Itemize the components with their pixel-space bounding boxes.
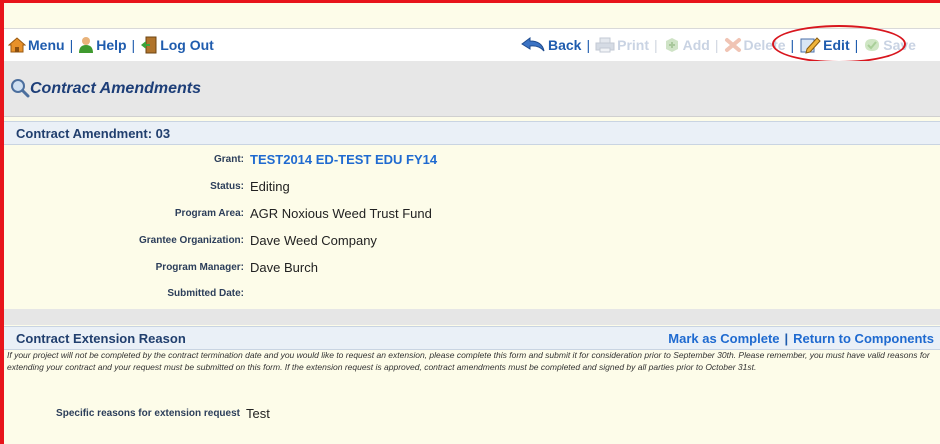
- top-strip: [4, 3, 940, 28]
- grant-label: Grant:: [214, 154, 244, 165]
- field-row-program-manager: Program Manager: Dave Burch: [4, 259, 940, 279]
- help-button[interactable]: Help: [78, 36, 127, 54]
- program-manager-value: Dave Burch: [250, 260, 318, 275]
- edit-button[interactable]: Edit: [799, 36, 850, 54]
- field-row-grant: Grant: TEST2014 ED-TEST EDU FY14: [4, 151, 940, 171]
- field-row-status: Status: Editing: [4, 178, 940, 198]
- help-label: Help: [96, 37, 127, 53]
- delete-label: Delete: [743, 37, 786, 53]
- back-button[interactable]: Back: [520, 37, 581, 53]
- status-value: Editing: [250, 179, 290, 194]
- separator: |: [654, 37, 658, 53]
- grantee-label: Grantee Organization:: [138, 235, 244, 246]
- toolbar: Menu | Help | Log Out Back | Print | Add…: [4, 28, 940, 62]
- extension-heading: Contract Extension Reason: [16, 331, 186, 346]
- delete-icon: [724, 38, 741, 52]
- add-icon: [665, 38, 678, 52]
- extension-reason-label: Specific reasons for extension request: [56, 408, 240, 419]
- save-icon: [865, 39, 880, 51]
- add-button[interactable]: Add: [663, 37, 710, 53]
- submitted-date-label: Submitted Date:: [167, 288, 244, 299]
- edit-icon: [800, 37, 821, 54]
- status-label: Status:: [210, 181, 244, 192]
- menu-label: Menu: [28, 37, 65, 53]
- edit-label: Edit: [823, 37, 850, 53]
- extension-instructions: If your project will not be completed by…: [7, 350, 930, 372]
- amendment-heading: Contract Amendment: 03: [16, 126, 171, 141]
- printer-icon: [595, 37, 615, 53]
- amendment-section-header: Contract Amendment: 03: [4, 121, 940, 145]
- magnifier-icon: [11, 79, 30, 98]
- logout-door-icon: [141, 36, 157, 54]
- separator: |: [586, 37, 591, 53]
- field-row-submitted-date: Submitted Date:: [4, 285, 940, 305]
- grant-link[interactable]: TEST2014 ED-TEST EDU FY14: [250, 152, 437, 167]
- extension-section-header: Contract Extension Reason Mark as Comple…: [4, 326, 940, 350]
- save-label: Save: [883, 37, 916, 53]
- back-label: Back: [548, 37, 582, 53]
- menu-button[interactable]: Menu: [8, 37, 65, 53]
- back-arrow-icon: [521, 37, 545, 52]
- program-area-value: AGR Noxious Weed Trust Fund: [250, 206, 432, 221]
- toolbar-left: Menu | Help | Log Out: [8, 29, 214, 61]
- field-row-grantee: Grantee Organization: Dave Weed Company: [4, 232, 940, 252]
- delete-button[interactable]: Delete: [724, 37, 786, 53]
- mark-complete-link[interactable]: Mark as Complete: [668, 331, 779, 346]
- field-row-program-area: Program Area: AGR Noxious Weed Trust Fun…: [4, 205, 940, 225]
- return-to-components-link[interactable]: Return to Components: [793, 331, 934, 346]
- print-button[interactable]: Print: [595, 37, 649, 53]
- separator: |: [714, 37, 719, 53]
- title-bar: Contract Amendments: [4, 61, 940, 117]
- home-icon: [8, 37, 26, 53]
- add-label: Add: [682, 37, 710, 53]
- logout-label: Log Out: [160, 37, 214, 53]
- page-title: Contract Amendments: [30, 80, 201, 97]
- section-divider: [4, 309, 940, 325]
- separator: |: [784, 331, 789, 346]
- toolbar-right: Back | Print | Add | Delete | Edit | Sav…: [520, 29, 916, 61]
- print-label: Print: [617, 37, 649, 53]
- program-manager-label: Program Manager:: [155, 262, 244, 273]
- extension-reason-value: Test: [246, 406, 270, 421]
- help-person-icon: [79, 37, 94, 53]
- separator: |: [854, 37, 859, 53]
- separator: |: [790, 37, 795, 53]
- separator: |: [131, 37, 136, 53]
- logout-button[interactable]: Log Out: [140, 36, 214, 54]
- program-area-label: Program Area:: [174, 208, 244, 219]
- grantee-value: Dave Weed Company: [250, 233, 377, 248]
- separator: |: [69, 37, 74, 53]
- save-button[interactable]: Save: [863, 37, 916, 53]
- extension-header-links: Mark as Complete | Return to Components: [668, 331, 934, 346]
